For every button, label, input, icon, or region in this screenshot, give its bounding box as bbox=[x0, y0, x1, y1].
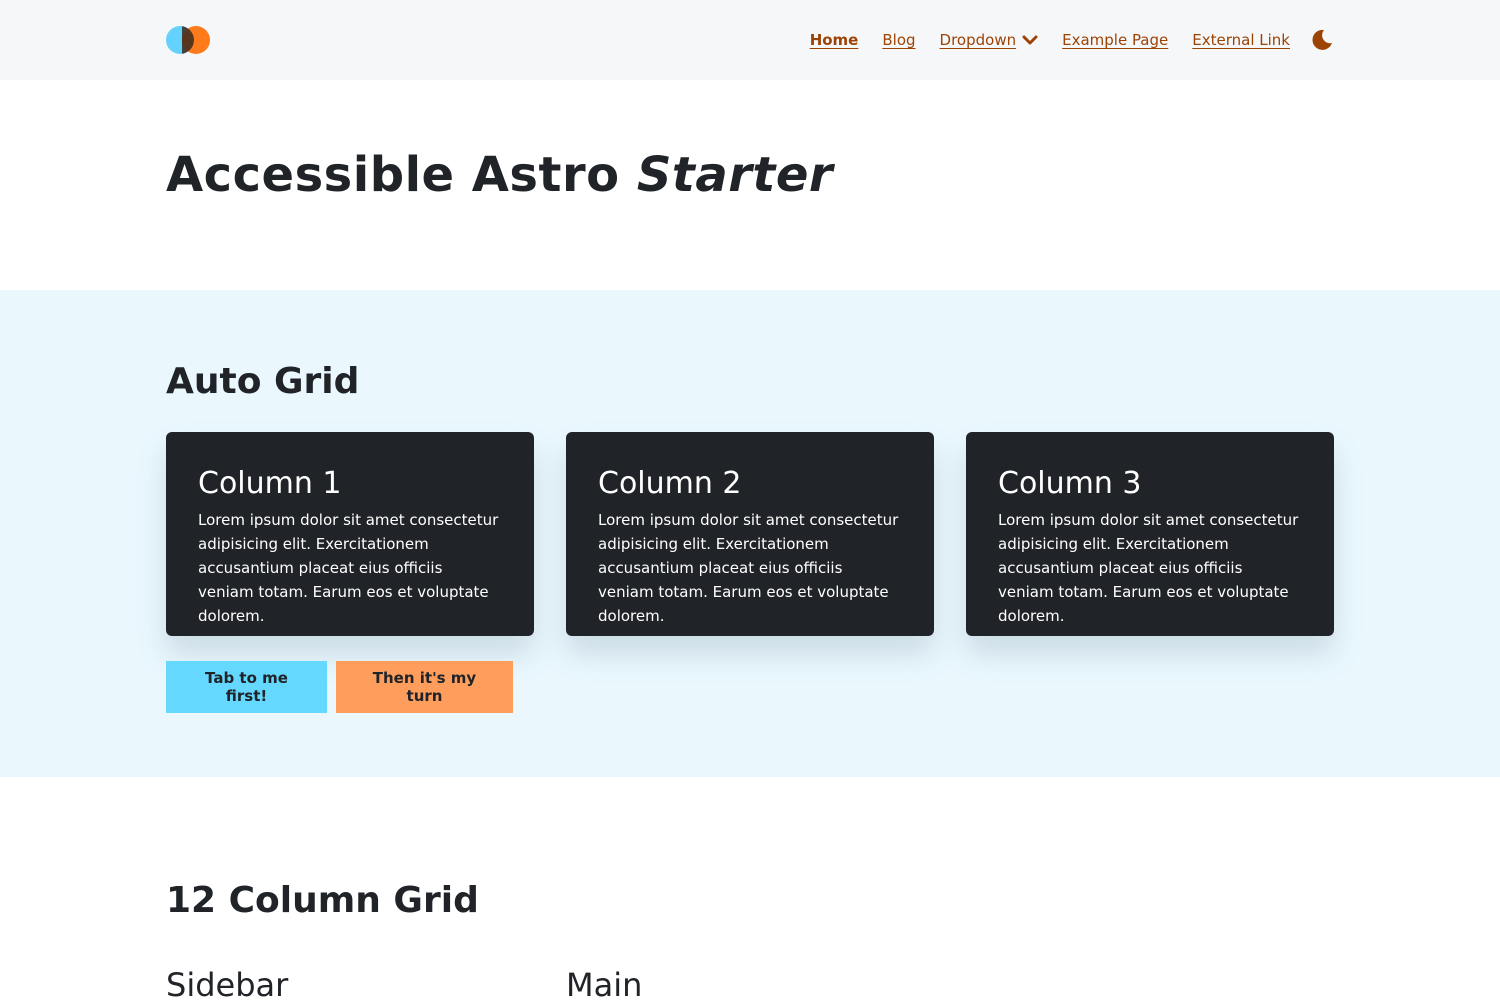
card-text: Lorem ipsum dolor sit amet consectetur a… bbox=[998, 511, 1299, 625]
card-column-2: Column 2 Lorem ipsum dolor sit amet cons… bbox=[566, 432, 934, 636]
chevron-down-icon bbox=[1022, 35, 1038, 45]
card-text: Lorem ipsum dolor sit amet consectetur a… bbox=[598, 511, 899, 625]
card-grid: Column 1 Lorem ipsum dolor sit amet cons… bbox=[166, 432, 1334, 636]
page-title-main: Accessible Astro bbox=[166, 147, 637, 203]
auto-grid-container: Auto Grid Column 1 Lorem ipsum dolor sit… bbox=[166, 290, 1334, 713]
card-title: Column 3 bbox=[998, 466, 1142, 501]
logo-icon[interactable] bbox=[166, 26, 210, 54]
moon-icon bbox=[1312, 29, 1332, 50]
card-text: Lorem ipsum dolor sit amet consectetur a… bbox=[198, 511, 499, 625]
card-column-1: Column 1 Lorem ipsum dolor sit amet cons… bbox=[166, 432, 534, 636]
twelve-column-headings: Sidebar Main bbox=[166, 965, 1334, 1005]
nav-dropdown[interactable]: Dropdown bbox=[940, 31, 1039, 49]
button-row: Tab to me first! Then it's my turn bbox=[166, 661, 1334, 713]
twelve-column-container: 12 Column Grid Sidebar Main bbox=[166, 777, 1334, 1005]
nav-link-blog[interactable]: Blog bbox=[882, 31, 915, 49]
twelve-column-section: 12 Column Grid Sidebar Main bbox=[0, 777, 1500, 1005]
twelve-column-title: 12 Column Grid bbox=[166, 880, 479, 921]
auto-grid-section: Auto Grid Column 1 Lorem ipsum dolor sit… bbox=[0, 290, 1500, 777]
site-header: Home Blog Dropdown Example Page External… bbox=[0, 0, 1500, 80]
nav-link-example-page[interactable]: Example Page bbox=[1062, 31, 1168, 49]
page-title: Accessible Astro Starter bbox=[166, 80, 1334, 204]
tab-first-button[interactable]: Tab to me first! bbox=[166, 661, 327, 713]
page-title-emphasis: Starter bbox=[636, 147, 834, 203]
nav-link-home[interactable]: Home bbox=[810, 31, 859, 49]
hero-container: Accessible Astro Starter bbox=[166, 80, 1334, 204]
my-turn-button[interactable]: Then it's my turn bbox=[336, 661, 513, 713]
main-heading: Main bbox=[566, 966, 643, 1004]
card-title: Column 1 bbox=[198, 466, 342, 501]
nav-dropdown-label: Dropdown bbox=[939, 31, 1017, 49]
main-navigation: Home Blog Dropdown Example Page External… bbox=[786, 28, 1334, 52]
card-title: Column 2 bbox=[598, 466, 742, 501]
auto-grid-title: Auto Grid bbox=[166, 361, 360, 402]
hero-section: Accessible Astro Starter bbox=[0, 80, 1500, 290]
header-container: Home Blog Dropdown Example Page External… bbox=[166, 0, 1334, 80]
nav-link-external[interactable]: External Link bbox=[1192, 31, 1290, 49]
sidebar-heading: Sidebar bbox=[166, 966, 289, 1004]
theme-toggle-button[interactable] bbox=[1310, 28, 1334, 52]
logo-overlap bbox=[182, 26, 194, 54]
card-column-3: Column 3 Lorem ipsum dolor sit amet cons… bbox=[966, 432, 1334, 636]
